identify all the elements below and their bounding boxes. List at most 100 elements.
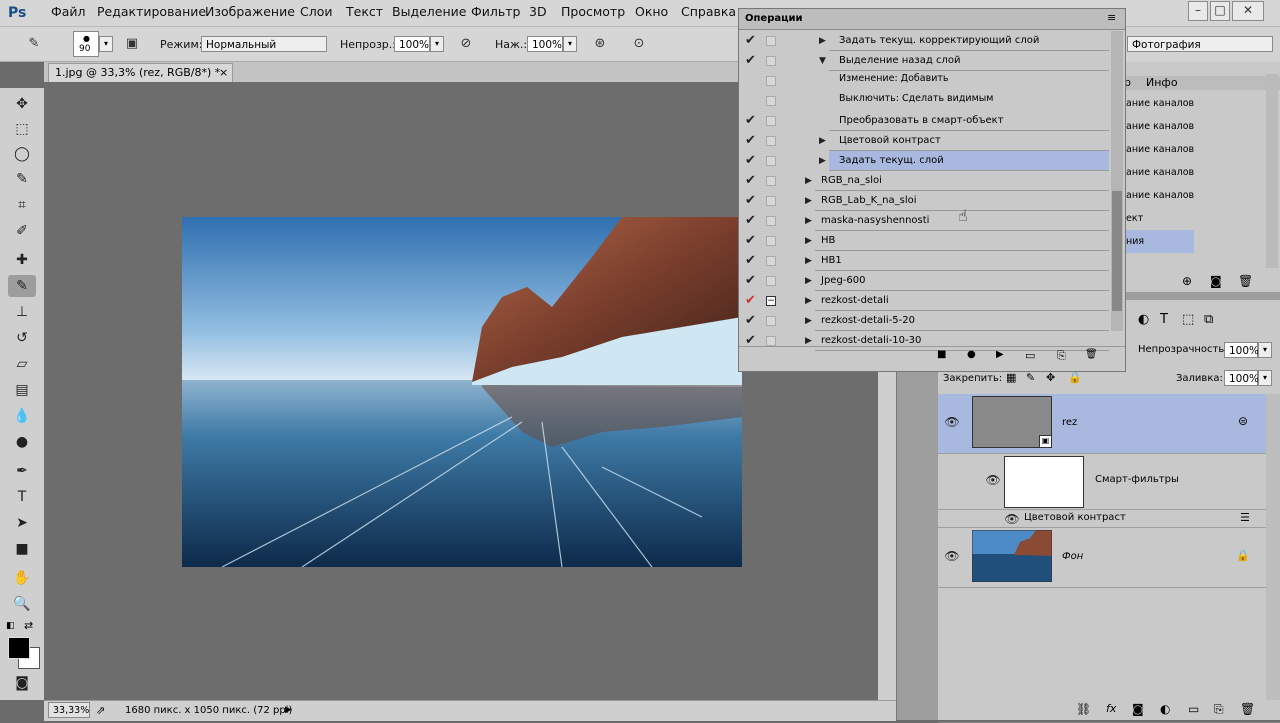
default-colors-icon[interactable]: ◧ — [6, 621, 16, 631]
gradient-tool-icon[interactable]: ▤ — [8, 379, 36, 401]
fill-dropdown[interactable]: ▾ — [1258, 370, 1272, 386]
history-item[interactable]: ание каналов — [1126, 92, 1194, 115]
action-row[interactable]: ✔ ▶ Цветовой контраст — [739, 131, 1111, 151]
lock-all-icon[interactable]: 🔒 — [1068, 371, 1082, 384]
history-item[interactable]: ание каналов — [1126, 161, 1194, 184]
brush-tool-icon[interactable]: ✎ — [24, 34, 44, 54]
smart-filter-options-icon[interactable]: ⊜ — [1238, 414, 1248, 428]
new-group-icon[interactable]: ▭ — [1188, 702, 1199, 716]
stamp-tool-icon[interactable]: ⊥ — [8, 301, 36, 323]
document-tab[interactable]: 1.jpg @ 33,3% (rez, RGB/8*) * × — [48, 63, 233, 82]
toggle-item-check[interactable]: ✔ — [745, 231, 756, 251]
toggle-item-check[interactable]: ✔ — [745, 191, 756, 211]
visibility-eye-icon[interactable]: 👁 — [944, 416, 960, 428]
expand-triangle-icon[interactable]: ▶ — [819, 151, 826, 171]
menu-select[interactable]: Выделение — [392, 4, 466, 19]
adjustment-layer-icon[interactable]: ◐ — [1160, 702, 1170, 716]
history-item[interactable]: ание каналов — [1126, 115, 1194, 138]
expand-triangle-icon[interactable]: ▶ — [805, 191, 812, 211]
toggle-item-check[interactable]: ✔ — [745, 31, 756, 51]
action-row[interactable]: ✔ ▶ Задать текущ. корректирующий слой — [739, 31, 1111, 51]
menu-file[interactable]: Файл — [51, 4, 86, 19]
toggle-item-check[interactable]: ✔ — [745, 331, 756, 351]
expand-triangle-icon[interactable]: ▶ — [805, 211, 812, 231]
lasso-tool-icon[interactable]: ◯ — [8, 143, 36, 165]
move-tool-icon[interactable]: ✥ — [8, 93, 36, 115]
add-mask-icon[interactable]: ◙ — [1132, 702, 1144, 716]
history-item[interactable]: ание каналов — [1126, 138, 1194, 161]
brush-panel-icon[interactable]: ▣ — [122, 34, 142, 54]
history-scrollbar[interactable] — [1266, 74, 1278, 268]
info-menu-arrow-icon[interactable]: ▶ — [285, 701, 292, 720]
menu-type[interactable]: Текст — [346, 4, 383, 19]
expand-triangle-icon[interactable]: ▶ — [805, 291, 812, 311]
history-item[interactable]: ект — [1126, 207, 1194, 230]
action-row[interactable]: ✔ ▶ RGB_Lab_K_na_sloi — [739, 191, 1111, 211]
actions-scrollbar-thumb[interactable] — [1112, 191, 1122, 311]
layer-row-filter[interactable]: 👁 Цветовой контраст ☰ — [938, 510, 1266, 528]
toggle-dialog-box[interactable] — [766, 76, 776, 86]
filter-adjust-icon[interactable]: ◐ — [1138, 312, 1149, 327]
stop-recording-icon[interactable]: ■ — [937, 349, 946, 360]
play-icon[interactable]: ▶ — [996, 349, 1004, 360]
action-row[interactable]: ✔ ▶ HB1 — [739, 251, 1111, 271]
menu-edit[interactable]: Редактирование — [97, 4, 206, 19]
new-set-icon[interactable]: ▭ — [1025, 349, 1035, 362]
toggle-dialog-box[interactable]: − — [766, 296, 776, 306]
toggle-dialog-box[interactable] — [766, 36, 776, 46]
close-tab-icon[interactable]: × — [219, 64, 228, 82]
collapse-triangle-icon[interactable]: ▼ — [819, 51, 826, 71]
layer-row-background[interactable]: 👁 Фон 🔒 — [938, 528, 1266, 588]
zoom-tool-icon[interactable]: 🔍 — [8, 593, 36, 615]
expand-triangle-icon[interactable]: ▶ — [805, 231, 812, 251]
visibility-eye-icon[interactable]: 👁 — [985, 474, 1001, 486]
opacity-dropdown[interactable]: ▾ — [430, 36, 444, 52]
shape-tool-icon[interactable]: ■ — [8, 538, 36, 560]
toggle-item-check[interactable]: ✔ — [745, 291, 756, 311]
toggle-dialog-box[interactable] — [766, 316, 776, 326]
blend-mode-select[interactable]: Нормальный — [201, 36, 327, 52]
pen-tool-icon[interactable]: ✒ — [8, 460, 36, 482]
hand-tool-icon[interactable]: ✋ — [8, 567, 36, 589]
eyedropper-tool-icon[interactable]: ✐ — [8, 220, 36, 242]
maximize-button[interactable]: □ — [1210, 1, 1230, 21]
panel-menu-icon[interactable]: ≡ — [1107, 11, 1116, 24]
filter-name[interactable]: Цветовой контраст — [1024, 512, 1126, 523]
layer-opacity-input[interactable]: 100% — [1224, 342, 1259, 358]
visibility-eye-icon[interactable]: 👁 — [1004, 513, 1020, 525]
trash-icon[interactable]: 🗑 — [1238, 274, 1253, 288]
layer-name[interactable]: rez — [1062, 417, 1077, 428]
brush-preset-picker[interactable]: ● 90 — [73, 31, 99, 57]
toggle-dialog-box[interactable] — [766, 336, 776, 346]
toggle-dialog-box[interactable] — [766, 156, 776, 166]
layers-scrollbar[interactable] — [1266, 394, 1280, 700]
toggle-dialog-box[interactable] — [766, 276, 776, 286]
path-select-tool-icon[interactable]: ➤ — [8, 512, 36, 534]
quick-mask-icon[interactable]: ◙ — [8, 672, 36, 694]
filter-smart-icon[interactable]: ⧉ — [1204, 312, 1213, 327]
menu-image[interactable]: Изображение — [205, 4, 295, 19]
expand-triangle-icon[interactable]: ▶ — [819, 131, 826, 151]
toggle-dialog-box[interactable] — [766, 256, 776, 266]
action-row[interactable]: ✔ ▶ RGB_na_sloi — [739, 171, 1111, 191]
toggle-dialog-box[interactable] — [766, 236, 776, 246]
brush-preset-dropdown[interactable]: ▾ — [99, 36, 113, 52]
menu-view[interactable]: Просмотр — [561, 4, 625, 19]
tablet-opacity-icon[interactable]: ⊘ — [456, 34, 476, 54]
workspace-select[interactable]: Фотография — [1127, 36, 1273, 52]
action-row[interactable]: ✔ ▶ HB — [739, 231, 1111, 251]
menu-filter[interactable]: Фильтр — [471, 4, 520, 19]
link-layers-icon[interactable]: ⛓ — [1076, 702, 1091, 716]
minimize-button[interactable]: – — [1188, 1, 1208, 21]
close-button[interactable]: ✕ — [1232, 1, 1264, 21]
toggle-dialog-box[interactable] — [766, 196, 776, 206]
action-row[interactable]: ✔ ▶ maska-nasyshennosti — [739, 211, 1111, 231]
eraser-tool-icon[interactable]: ▱ — [8, 353, 36, 375]
actions-panel-header[interactable]: Операции ≡ — [739, 9, 1125, 30]
toggle-dialog-box[interactable] — [766, 116, 776, 126]
quick-select-tool-icon[interactable]: ✎ — [8, 168, 36, 190]
tablet-size-icon[interactable]: ⊙ — [629, 34, 649, 54]
blending-options-icon[interactable]: ☰ — [1240, 511, 1250, 524]
action-row[interactable]: Изменение: Добавить — [739, 71, 1111, 91]
toggle-dialog-box[interactable] — [766, 216, 776, 226]
